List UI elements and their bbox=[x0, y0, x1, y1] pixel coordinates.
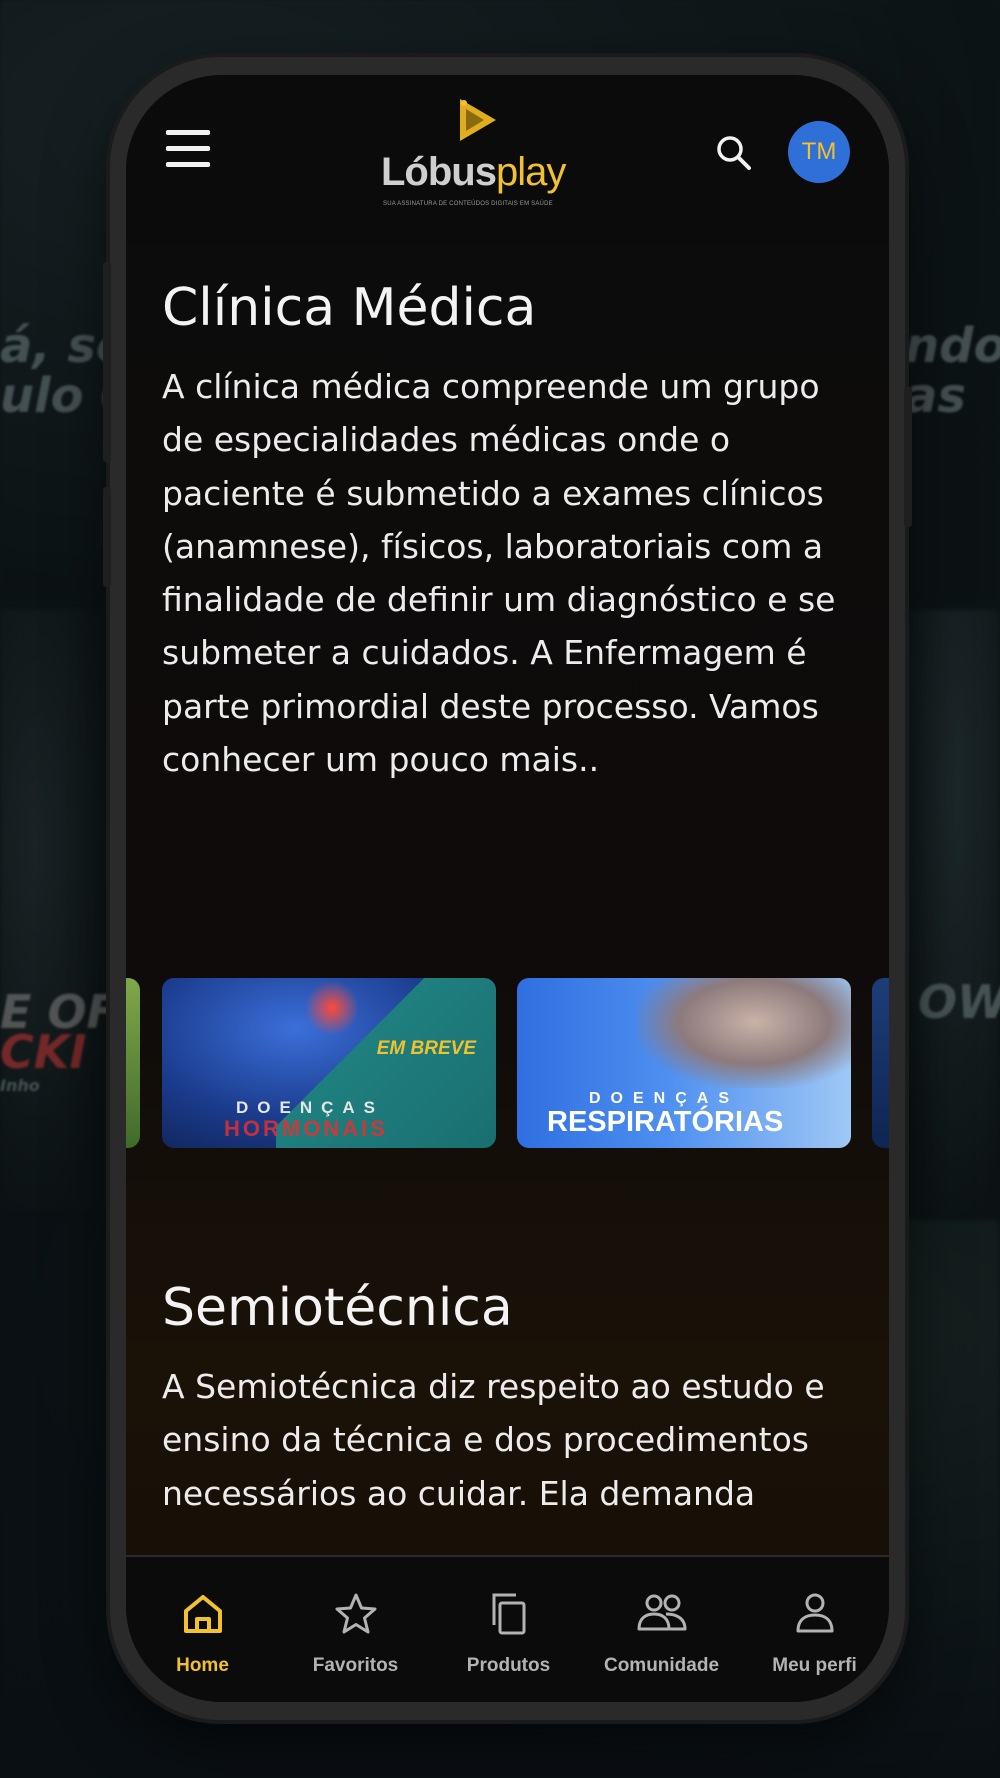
card-title-line2: RESPIRATÓRIAS bbox=[547, 1106, 784, 1138]
background-text: ndo bbox=[905, 318, 1000, 374]
nav-produtos[interactable]: Produtos bbox=[432, 1557, 585, 1702]
section-description: A Semiotécnica diz respeito ao estudo e … bbox=[162, 1367, 825, 1513]
bottom-navigation: Home Favoritos Produtos Comunidade Meu p… bbox=[126, 1555, 889, 1702]
nav-label: Meu perfi bbox=[772, 1655, 857, 1676]
play-logo-icon bbox=[460, 99, 496, 141]
phone-screen: Lóbusplay SUA ASSINATURA DE CONTEÚDOS DI… bbox=[126, 75, 889, 1702]
card-title-line1: DOENÇAS bbox=[236, 1098, 385, 1117]
nav-comunidade[interactable]: Comunidade bbox=[585, 1557, 738, 1702]
course-card[interactable]: EM BREVE DOENÇAS HORMONAIS bbox=[162, 978, 496, 1148]
background-text: OW bbox=[918, 975, 1000, 1029]
search-icon[interactable] bbox=[714, 133, 754, 173]
user-icon bbox=[796, 1593, 833, 1633]
course-card[interactable] bbox=[872, 978, 889, 1148]
nav-label: Home bbox=[176, 1655, 229, 1676]
phone-side-button bbox=[904, 387, 912, 527]
card-title-line2: HORMONAIS bbox=[224, 1116, 388, 1141]
users-icon bbox=[637, 1594, 686, 1631]
section-title: Clínica Médica bbox=[162, 278, 537, 338]
nav-label: Produtos bbox=[466, 1655, 551, 1676]
home-icon bbox=[183, 1595, 222, 1633]
nav-home[interactable]: Home bbox=[126, 1557, 279, 1702]
background-text: CKI bbox=[0, 1025, 87, 1079]
nav-label: Favoritos bbox=[312, 1655, 399, 1676]
background-text: Inho bbox=[0, 1076, 40, 1095]
phone-frame: Lóbusplay SUA ASSINATURA DE CONTEÚDOS DI… bbox=[103, 57, 912, 1720]
logo-wordmark: Lóbusplay bbox=[381, 150, 566, 194]
background-text: as bbox=[905, 368, 966, 424]
avatar[interactable]: TM bbox=[788, 121, 850, 183]
nav-label: Comunidade bbox=[603, 1655, 720, 1676]
nav-favoritos[interactable]: Favoritos bbox=[279, 1557, 432, 1702]
copy-icon bbox=[492, 1593, 525, 1635]
phone-side-button bbox=[103, 487, 111, 587]
app-header: Lóbusplay SUA ASSINATURA DE CONTEÚDOS DI… bbox=[126, 75, 889, 243]
course-card[interactable] bbox=[126, 978, 140, 1148]
app-logo[interactable]: Lóbusplay SUA ASSINATURA DE CONTEÚDOS DI… bbox=[381, 97, 591, 212]
course-card[interactable]: DOENÇAS RESPIRATÓRIAS bbox=[517, 978, 851, 1148]
phone-side-button bbox=[103, 262, 111, 462]
course-carousel: EM BREVE DOENÇAS HORMONAIS DOENÇAS RESPI… bbox=[126, 978, 889, 1148]
background-panel-left bbox=[0, 610, 120, 1210]
background-panel-right bbox=[890, 610, 1000, 1220]
hamburger-icon[interactable] bbox=[166, 130, 210, 174]
avatar-initials: TM bbox=[801, 138, 837, 165]
section-description: A clínica médica compreende um grupo de … bbox=[162, 367, 836, 780]
nav-meu-perfil[interactable]: Meu perfi bbox=[738, 1557, 889, 1702]
coming-soon-badge: EM BREVE bbox=[376, 1038, 476, 1059]
section-title: Semiotécnica bbox=[162, 1278, 513, 1338]
logo-tagline: SUA ASSINATURA DE CONTEÚDOS DIGITAIS EM … bbox=[383, 201, 553, 207]
star-icon bbox=[335, 1593, 376, 1634]
